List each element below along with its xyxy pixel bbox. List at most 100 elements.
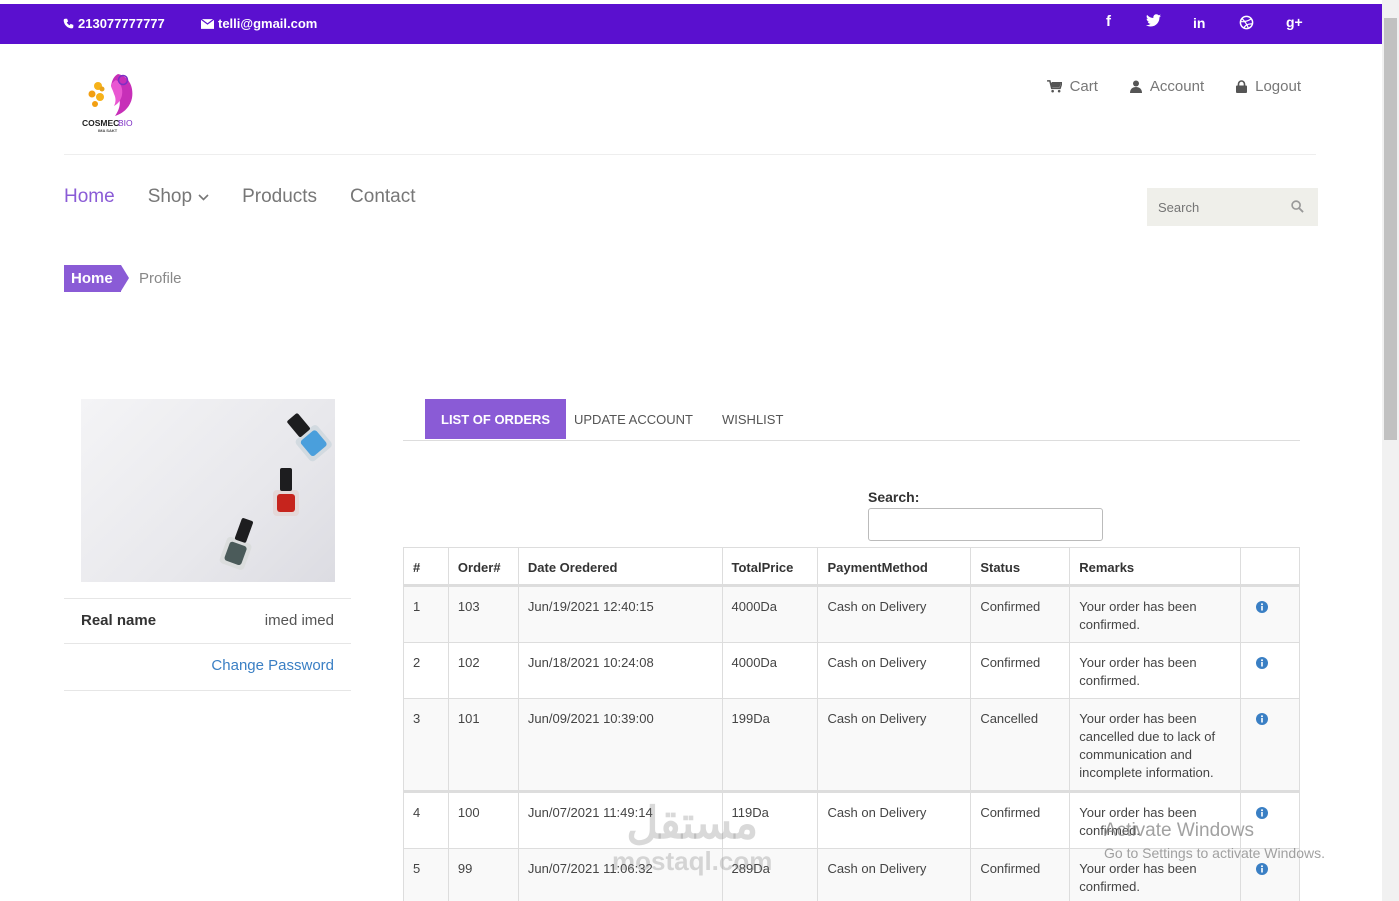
cell-order: 101 [447, 698, 519, 792]
table-search-label: Search: [868, 489, 920, 505]
user-icon [1129, 80, 1142, 93]
account-link[interactable]: Account [1129, 78, 1205, 95]
info-icon[interactable] [1256, 657, 1269, 669]
scrollbar-thumb[interactable] [1384, 18, 1397, 440]
envelope-icon [201, 18, 214, 29]
watermark: مستقل mostaql.com [612, 799, 773, 876]
google-plus-icon[interactable]: g+ [1286, 14, 1303, 30]
info-icon[interactable] [1256, 807, 1269, 819]
cell-order: 102 [447, 642, 519, 699]
table-row: 3 101 Jun/09/2021 10:39:00 199Da Cash on… [403, 698, 1300, 792]
logout-label: Logout [1255, 78, 1301, 95]
info-icon[interactable] [1256, 713, 1269, 725]
cell-remarks: Your order has been confirmed. [1069, 642, 1242, 699]
column-header[interactable]: TotalPrice [721, 547, 819, 587]
column-header[interactable]: Order# [447, 547, 519, 587]
search-icon[interactable] [1291, 200, 1304, 213]
cell-status: Confirmed [970, 790, 1071, 849]
real-name-value: imed imed [264, 612, 334, 629]
table-search-input[interactable] [868, 508, 1103, 541]
column-header [1240, 547, 1300, 587]
dribbble-icon[interactable] [1239, 15, 1254, 34]
real-name-label: Real name [81, 612, 157, 629]
cell-order: 100 [447, 790, 519, 849]
linkedin-icon[interactable]: in [1193, 15, 1205, 31]
account-label: Account [1149, 78, 1205, 95]
column-header[interactable]: Status [970, 547, 1071, 587]
info-icon[interactable] [1256, 863, 1269, 875]
tab-wishlist[interactable]: WISHLIST [722, 399, 783, 439]
profile-divider-bottom [64, 690, 351, 691]
scrollbar[interactable] [1382, 0, 1399, 901]
cell-status: Confirmed [970, 585, 1071, 643]
svg-text:BIO: BIO [118, 118, 133, 128]
site-logo[interactable]: COSMEC BIO IMA SAKT [80, 68, 142, 134]
cell-index: 2 [403, 642, 449, 699]
watermark-arabic: مستقل [626, 799, 759, 848]
nav-contact[interactable]: Contact [350, 186, 415, 208]
cell-status: Cancelled [970, 698, 1071, 792]
header-divider [64, 154, 1316, 155]
cart-label: Cart [1069, 78, 1098, 95]
twitter-icon[interactable] [1146, 14, 1161, 31]
facebook-icon[interactable]: f [1106, 13, 1111, 30]
email-address: telli@gmail.com [218, 16, 318, 31]
cell-index: 3 [403, 698, 449, 792]
svg-text:COSMEC: COSMEC [82, 118, 119, 128]
cell-status: Confirmed [970, 642, 1071, 699]
cell-price: 199Da [721, 698, 819, 792]
nav-products[interactable]: Products [242, 186, 317, 208]
cell-payment: Cash on Delivery [817, 698, 972, 792]
profile-image [81, 399, 335, 582]
nav-shop-label: Shop [147, 186, 193, 207]
cell-date: Jun/18/2021 10:24:08 [517, 642, 723, 699]
search-input[interactable] [1147, 188, 1277, 226]
cell-payment: Cash on Delivery [817, 585, 972, 643]
site-search [1147, 188, 1318, 226]
page: 213077777777 telli@gmail.com f in g+ COS… [0, 0, 1399, 901]
profile-divider-mid [64, 643, 351, 644]
activate-subtitle: Go to Settings to activate Windows. [1104, 845, 1325, 861]
change-password-link[interactable]: Change Password [211, 657, 334, 674]
cell-order: 99 [447, 848, 519, 901]
cell-date: Jun/19/2021 12:40:15 [517, 585, 723, 643]
profile-tabs: LIST OF ORDERS UPDATE ACCOUNT WISHLIST [403, 399, 1300, 441]
svg-text:IMA SAKT: IMA SAKT [98, 128, 118, 133]
cell-index: 5 [403, 848, 449, 901]
email-contact[interactable]: telli@gmail.com [201, 16, 317, 31]
cart-link[interactable]: Cart [1046, 78, 1098, 95]
profile-divider-top [64, 598, 351, 599]
table-row: 2 102 Jun/18/2021 10:24:08 4000Da Cash o… [403, 642, 1300, 699]
breadcrumb-home[interactable]: Home [64, 265, 129, 292]
cell-date: Jun/09/2021 10:39:00 [517, 698, 723, 792]
nav-shop[interactable]: Shop [148, 186, 209, 208]
table-row: 1 103 Jun/19/2021 12:40:15 4000Da Cash o… [403, 585, 1300, 643]
tab-update-account[interactable]: UPDATE ACCOUNT [574, 399, 693, 439]
column-header[interactable]: # [403, 547, 449, 587]
column-header[interactable]: Remarks [1069, 547, 1242, 587]
activate-windows-overlay: Activate Windows Go to Settings to activ… [1104, 820, 1325, 861]
column-header[interactable]: PaymentMethod [817, 547, 972, 587]
cell-index: 1 [403, 585, 449, 643]
cell-action [1240, 585, 1300, 643]
cell-payment: Cash on Delivery [817, 642, 972, 699]
nav-home[interactable]: Home [64, 186, 115, 208]
main-nav: Home Shop Products Contact [64, 186, 416, 208]
cell-index: 4 [403, 790, 449, 849]
watermark-latin: mostaql.com [612, 846, 773, 876]
phone-number: 213077777777 [78, 16, 165, 31]
logout-link[interactable]: Logout [1236, 78, 1301, 95]
tab-list-of-orders[interactable]: LIST OF ORDERS [425, 399, 567, 439]
phone-contact: 213077777777 [63, 16, 165, 31]
cell-action [1240, 642, 1300, 699]
info-icon[interactable] [1256, 601, 1269, 613]
cell-order: 103 [447, 585, 519, 643]
header-nav: Cart Account Logout [1046, 78, 1301, 95]
top-bar: 213077777777 telli@gmail.com f in g+ [0, 4, 1382, 44]
breadcrumb-current: Profile [139, 270, 182, 287]
chevron-down-icon [198, 193, 209, 201]
cell-action [1240, 698, 1300, 792]
cell-remarks: Your order has been confirmed. [1069, 585, 1242, 643]
column-header[interactable]: Date Oredered [517, 547, 723, 587]
cell-status: Confirmed [970, 848, 1071, 901]
